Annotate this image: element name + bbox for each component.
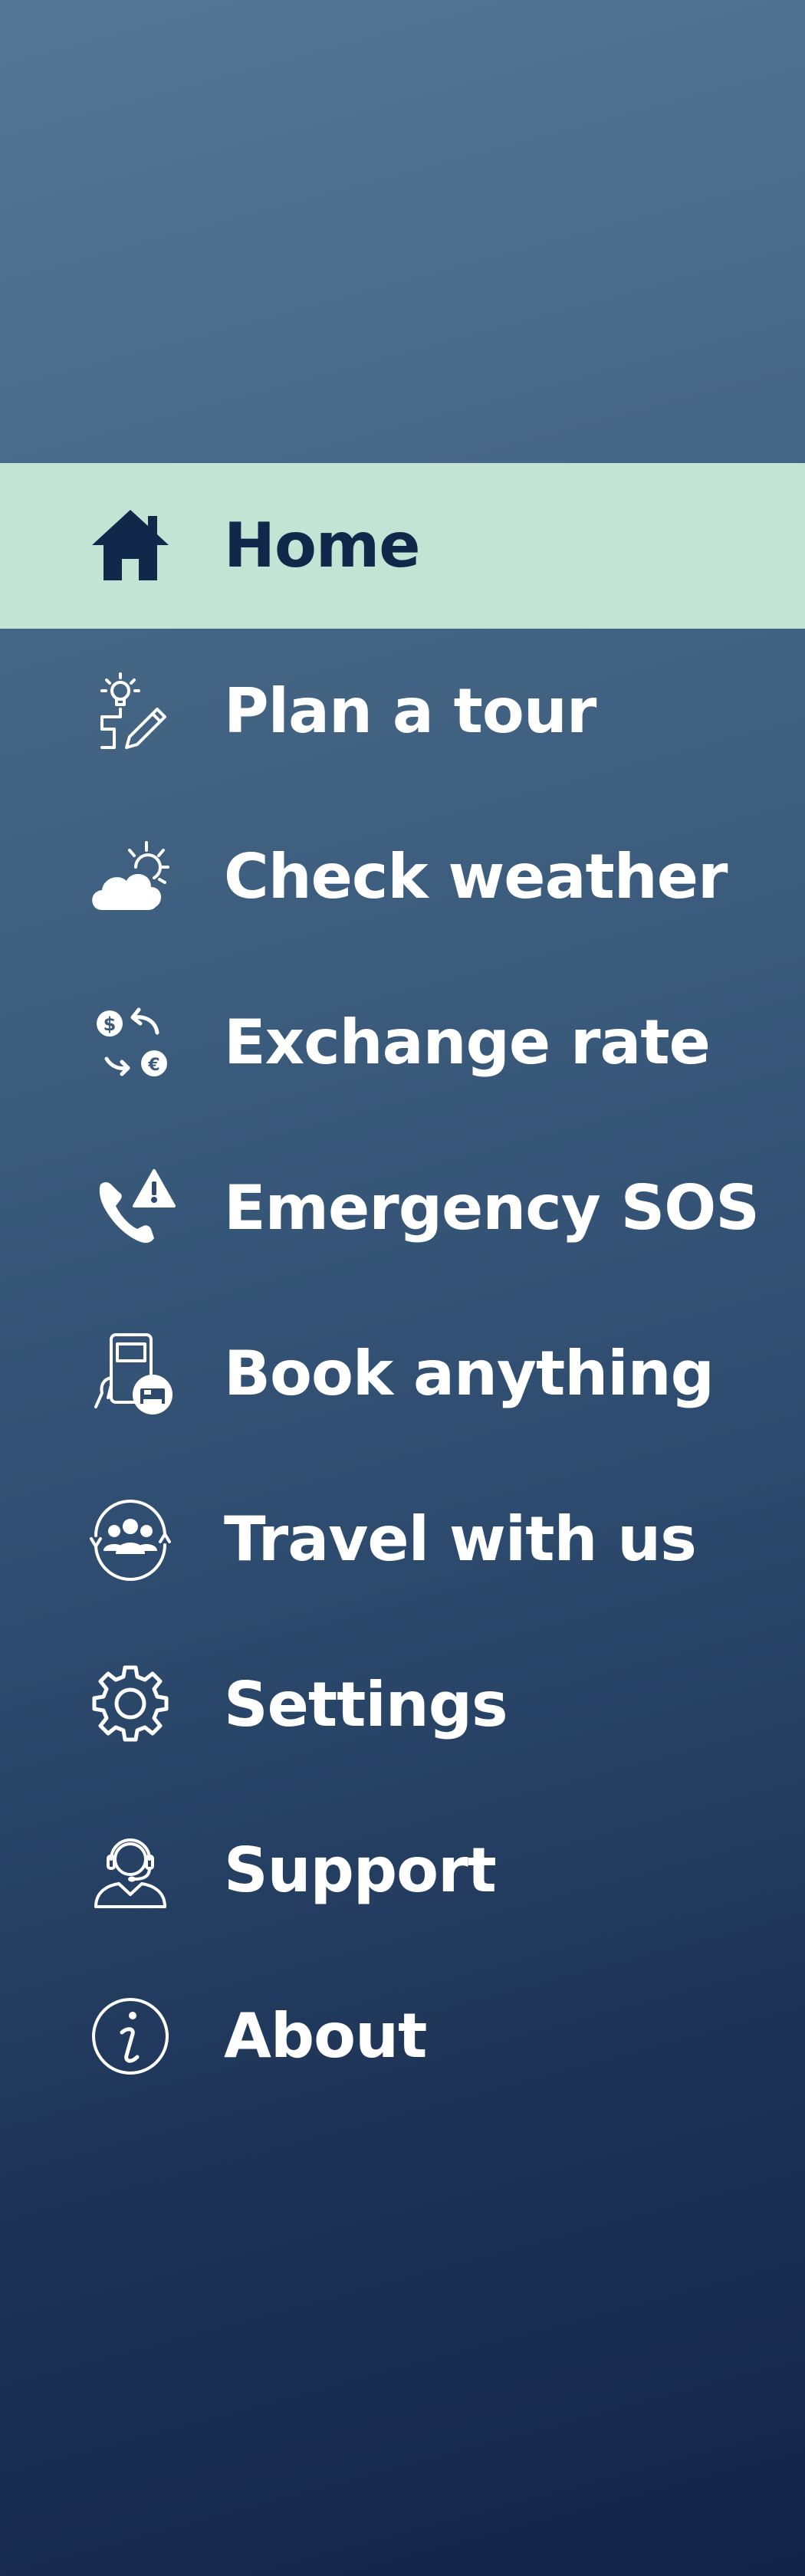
menu-item-support[interactable]: Support [0, 1788, 805, 1953]
info-icon [80, 1986, 180, 2086]
exchange-rate-icon: $ € [80, 993, 180, 1092]
menu-item-plan-a-tour[interactable]: Plan a tour [0, 629, 805, 794]
menu-item-label: Check weather [224, 841, 728, 912]
menu-item-emergency-sos[interactable]: Emergency SOS [0, 1125, 805, 1291]
weather-icon [80, 827, 180, 927]
svg-text:€: € [147, 1056, 159, 1075]
menu-item-label: Home [224, 510, 421, 581]
menu-item-label: Plan a tour [224, 675, 596, 747]
side-menu: Home Plan a tour Check weather $ € Excha… [0, 0, 805, 2576]
menu-item-label: Travel with us [224, 1503, 697, 1575]
emergency-sos-icon [80, 1158, 180, 1258]
menu-item-check-weather[interactable]: Check weather [0, 794, 805, 960]
menu-item-book-anything[interactable]: Book anything [0, 1291, 805, 1457]
home-icon [80, 496, 180, 596]
travel-group-icon [80, 1490, 180, 1589]
gear-icon [80, 1655, 180, 1755]
menu-item-label: About [224, 2000, 427, 2072]
support-agent-icon [80, 1821, 180, 1921]
menu-item-exchange-rate[interactable]: $ € Exchange rate [0, 960, 805, 1125]
menu-item-travel-with-us[interactable]: Travel with us [0, 1457, 805, 1622]
menu-item-home[interactable]: Home [0, 463, 805, 629]
menu-item-label: Support [224, 1835, 497, 1906]
menu-item-label: Book anything [224, 1338, 715, 1409]
menu-item-label: Settings [224, 1669, 508, 1740]
svg-text:$: $ [104, 1014, 117, 1035]
menu-item-settings[interactable]: Settings [0, 1622, 805, 1788]
menu-item-about[interactable]: About [0, 1953, 805, 2119]
booking-icon [80, 1324, 180, 1424]
plan-tour-icon [80, 662, 180, 761]
menu-item-label: Exchange rate [224, 1007, 711, 1078]
menu-item-label: Emergency SOS [224, 1172, 760, 1244]
